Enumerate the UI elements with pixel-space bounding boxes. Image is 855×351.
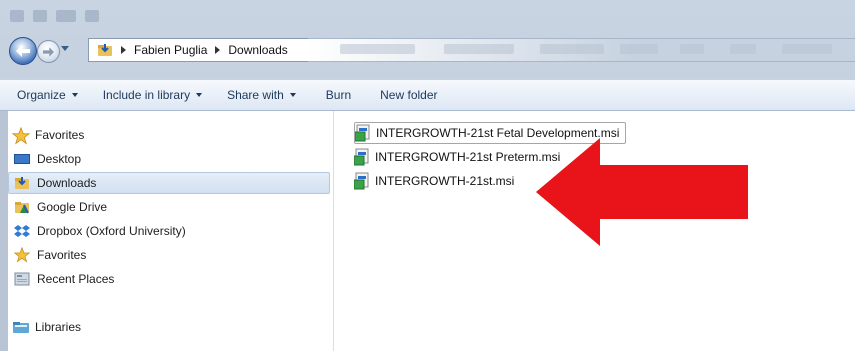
file-item[interactable]: INTERGROWTH-21st Preterm.msi	[353, 146, 566, 168]
sidebar-item-label: Favorites	[37, 248, 87, 262]
new-folder-button[interactable]: New folder	[380, 88, 437, 102]
chevron-right-icon[interactable]	[121, 46, 126, 54]
caret-down-icon	[71, 93, 78, 97]
blurred-text	[340, 44, 415, 54]
libraries-icon	[12, 319, 29, 335]
dropbox-icon	[14, 223, 30, 239]
file-item[interactable]: INTERGROWTH-21st.msi	[353, 170, 520, 192]
desktop-icon	[14, 151, 30, 167]
organize-menu[interactable]: Organize	[17, 88, 78, 102]
share-with-menu[interactable]: Share with	[227, 88, 296, 102]
sidebar-item-recent-places[interactable]: Recent Places	[14, 268, 114, 290]
share-with-label: Share with	[227, 88, 284, 102]
favorites-header-label: Favorites	[35, 128, 85, 142]
star-icon	[11, 126, 31, 145]
recent-places-icon	[14, 271, 30, 287]
address-bar[interactable]: Fabien Puglia Downloads	[88, 38, 308, 62]
quick-access-icon[interactable]	[33, 10, 47, 22]
red-arrow-annotation	[536, 138, 748, 246]
forward-arrow-icon	[43, 46, 54, 57]
sidebar-item-downloads[interactable]: Downloads	[8, 172, 330, 194]
forward-button[interactable]	[37, 40, 60, 63]
sidebar-item-label: Recent Places	[37, 272, 115, 286]
new-folder-label: New folder	[380, 88, 438, 102]
chevron-right-icon[interactable]	[215, 46, 221, 54]
blurred-text	[680, 44, 704, 54]
blurred-text	[620, 44, 658, 54]
installer-icon	[353, 148, 372, 166]
quick-access-icon[interactable]	[10, 10, 24, 22]
sidebar-item-label: Google Drive	[37, 200, 108, 214]
quick-access-icon[interactable]	[56, 10, 76, 22]
sidebar-item-libraries[interactable]: Libraries	[12, 316, 81, 338]
breadcrumb-downloads[interactable]: Downloads	[228, 43, 287, 57]
blurred-text	[444, 44, 514, 54]
installer-icon	[354, 124, 373, 142]
include-in-library-label: Include in library	[102, 88, 191, 102]
blurred-text	[540, 44, 604, 54]
burn-button[interactable]: Burn	[326, 88, 351, 102]
folder-download-icon	[97, 42, 113, 58]
recent-pages-dropdown[interactable]	[61, 46, 69, 51]
sidebar-item-dropbox[interactable]: Dropbox (Oxford University)	[14, 220, 186, 242]
folder-download-icon	[14, 175, 30, 191]
back-button[interactable]	[9, 37, 37, 65]
sidebar-item-label: Downloads	[37, 176, 97, 190]
sidebar-item-label: Dropbox (Oxford University)	[37, 224, 186, 238]
sidebar-item-label: Libraries	[35, 320, 82, 334]
organize-label: Organize	[17, 88, 66, 102]
sidebar-item-favorites[interactable]: Favorites	[13, 244, 87, 266]
sidebar-item-label: Desktop	[37, 152, 82, 166]
breadcrumb-user[interactable]: Fabien Puglia	[134, 43, 207, 57]
window-border	[0, 111, 8, 351]
favorites-header[interactable]: Favorites	[11, 124, 85, 146]
sidebar-item-google-drive[interactable]: Google Drive	[14, 196, 107, 218]
file-name: INTERGROWTH-21st.msi	[375, 174, 515, 188]
file-name: INTERGROWTH-21st Preterm.msi	[375, 150, 561, 164]
installer-icon	[353, 172, 372, 190]
quick-access-icon[interactable]	[85, 10, 99, 22]
sidebar-item-desktop[interactable]: Desktop	[14, 148, 81, 170]
command-bar: Organize Include in library Share with B…	[0, 79, 855, 111]
blurred-text	[782, 44, 832, 54]
quick-access-toolbar	[10, 5, 99, 27]
caret-down-icon	[289, 93, 296, 97]
caret-down-icon	[196, 93, 203, 97]
google-drive-folder-icon	[14, 199, 30, 215]
star-icon	[13, 246, 31, 263]
include-in-library-menu[interactable]: Include in library	[102, 88, 203, 102]
blurred-text	[730, 44, 756, 54]
burn-label: Burn	[325, 88, 352, 102]
back-arrow-icon	[16, 45, 30, 57]
